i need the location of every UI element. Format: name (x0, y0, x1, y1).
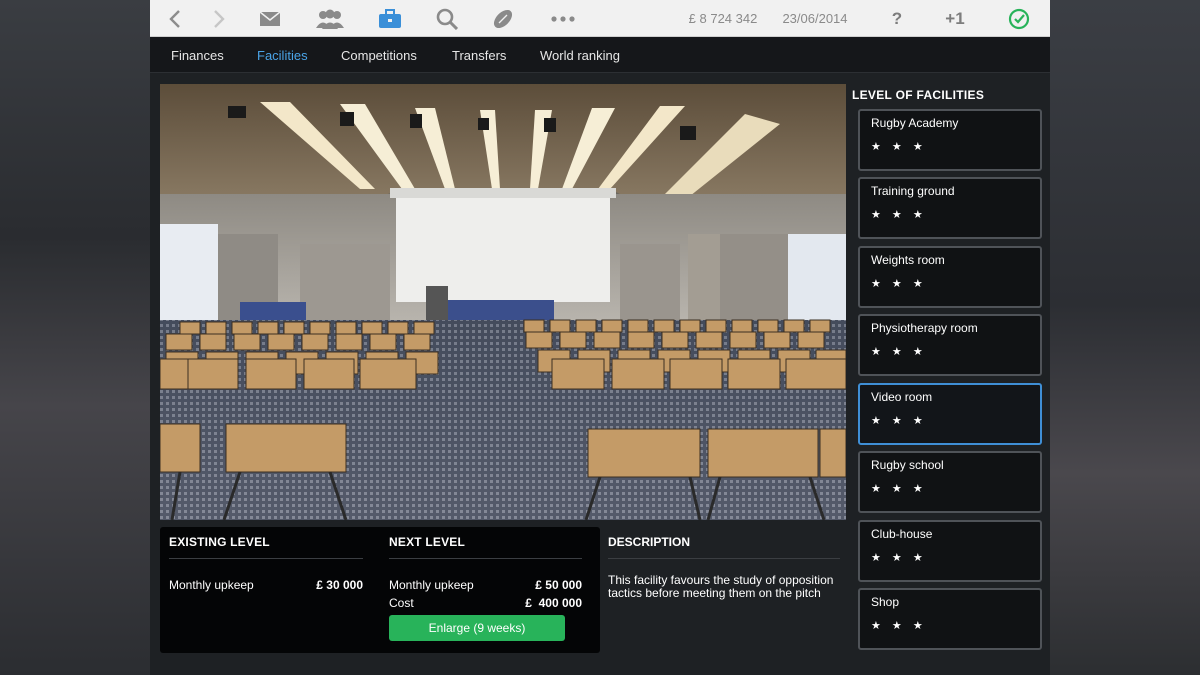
sub-navigation: Finances Facilities Competitions Transfe… (150, 37, 1050, 73)
description-heading: DESCRIPTION (608, 535, 840, 559)
facility-rating-stars: ★ ★ ★ (871, 278, 927, 290)
facility-name: Video room (871, 390, 933, 404)
clock-check-icon[interactable] (1006, 0, 1032, 37)
facility-rating-stars: ★ ★ ★ (871, 209, 927, 221)
tab-world-ranking[interactable]: World ranking (540, 37, 620, 73)
facility-name: Training ground (871, 184, 955, 198)
money-balance: £ 8 724 342 (688, 11, 758, 26)
facility-name: Shop (871, 595, 900, 609)
help-icon[interactable]: ? (884, 0, 910, 37)
facility-card-video-room[interactable]: Video room ★ ★ ★ (858, 383, 1042, 445)
tab-facilities[interactable]: Facilities (257, 37, 308, 73)
next-level-section: NEXT LEVEL Monthly upkeep £ 50 000 Cost … (389, 535, 582, 610)
tab-competitions[interactable]: Competitions (341, 37, 417, 73)
description-section: DESCRIPTION This facility favours the st… (608, 535, 840, 600)
next-cost-value: £ 400 000 (525, 596, 582, 610)
next-cost-row: Cost £ 400 000 (389, 596, 582, 610)
rugby-ball-icon[interactable] (490, 0, 516, 37)
facility-card-shop[interactable]: Shop ★ ★ ★ (858, 588, 1042, 650)
briefcase-icon[interactable] (376, 0, 404, 37)
next-upkeep-row: Monthly upkeep £ 50 000 (389, 578, 582, 592)
facility-name: Rugby school (871, 458, 944, 472)
facility-rating-stars: ★ ★ ★ (871, 346, 927, 358)
facilities-list-title: LEVEL OF FACILITIES (852, 88, 985, 102)
facility-photo (160, 84, 846, 520)
next-cost-label: Cost (389, 596, 414, 610)
plus-one-button[interactable]: +1 (940, 0, 970, 37)
existing-upkeep-row: Monthly upkeep £ 30 000 (169, 578, 363, 592)
facility-card-club-house[interactable]: Club-house ★ ★ ★ (858, 520, 1042, 582)
top-toolbar: £ 8 724 342 23/06/2014 ? +1 (150, 0, 1050, 37)
enlarge-button[interactable]: Enlarge (9 weeks) (389, 615, 565, 641)
existing-level-heading: EXISTING LEVEL (169, 535, 363, 559)
level-info-panel: EXISTING LEVEL Monthly upkeep £ 30 000 N… (160, 527, 600, 653)
facility-name: Weights room (871, 253, 945, 267)
team-icon[interactable] (312, 0, 348, 37)
facility-rating-stars: ★ ★ ★ (871, 620, 927, 632)
search-icon[interactable] (434, 0, 460, 37)
mail-icon[interactable] (256, 0, 284, 37)
existing-level-section: EXISTING LEVEL Monthly upkeep £ 30 000 (169, 535, 363, 592)
tab-finances[interactable]: Finances (171, 37, 224, 73)
background-blur-left (0, 0, 150, 675)
existing-upkeep-label: Monthly upkeep (169, 578, 254, 592)
facility-rating-stars: ★ ★ ★ (871, 552, 927, 564)
description-text: This facility favours the study of oppos… (608, 573, 834, 600)
next-upkeep-label: Monthly upkeep (389, 578, 474, 592)
current-date: 23/06/2014 (782, 11, 848, 26)
next-upkeep-value: £ 50 000 (535, 578, 582, 592)
facility-card-weights-room[interactable]: Weights room ★ ★ ★ (858, 246, 1042, 308)
back-arrow-icon[interactable] (162, 0, 188, 37)
more-icon[interactable] (548, 0, 578, 37)
facility-card-rugby-school[interactable]: Rugby school ★ ★ ★ (858, 451, 1042, 513)
facility-card-physiotherapy-room[interactable]: Physiotherapy room ★ ★ ★ (858, 314, 1042, 376)
app-window: £ 8 724 342 23/06/2014 ? +1 Finances Fac… (150, 0, 1050, 675)
facility-rating-stars: ★ ★ ★ (871, 141, 927, 153)
facility-card-training-ground[interactable]: Training ground ★ ★ ★ (858, 177, 1042, 239)
forward-arrow-icon[interactable] (206, 0, 232, 37)
tab-transfers[interactable]: Transfers (452, 37, 506, 73)
facility-name: Rugby Academy (871, 116, 959, 130)
facility-name: Physiotherapy room (871, 321, 978, 335)
existing-upkeep-value: £ 30 000 (316, 578, 363, 592)
facility-card-rugby-academy[interactable]: Rugby Academy ★ ★ ★ (858, 109, 1042, 171)
background-blur-right (1050, 0, 1200, 675)
next-level-heading: NEXT LEVEL (389, 535, 582, 559)
facility-rating-stars: ★ ★ ★ (871, 415, 927, 427)
facility-name: Club-house (871, 527, 933, 541)
facility-rating-stars: ★ ★ ★ (871, 483, 927, 495)
